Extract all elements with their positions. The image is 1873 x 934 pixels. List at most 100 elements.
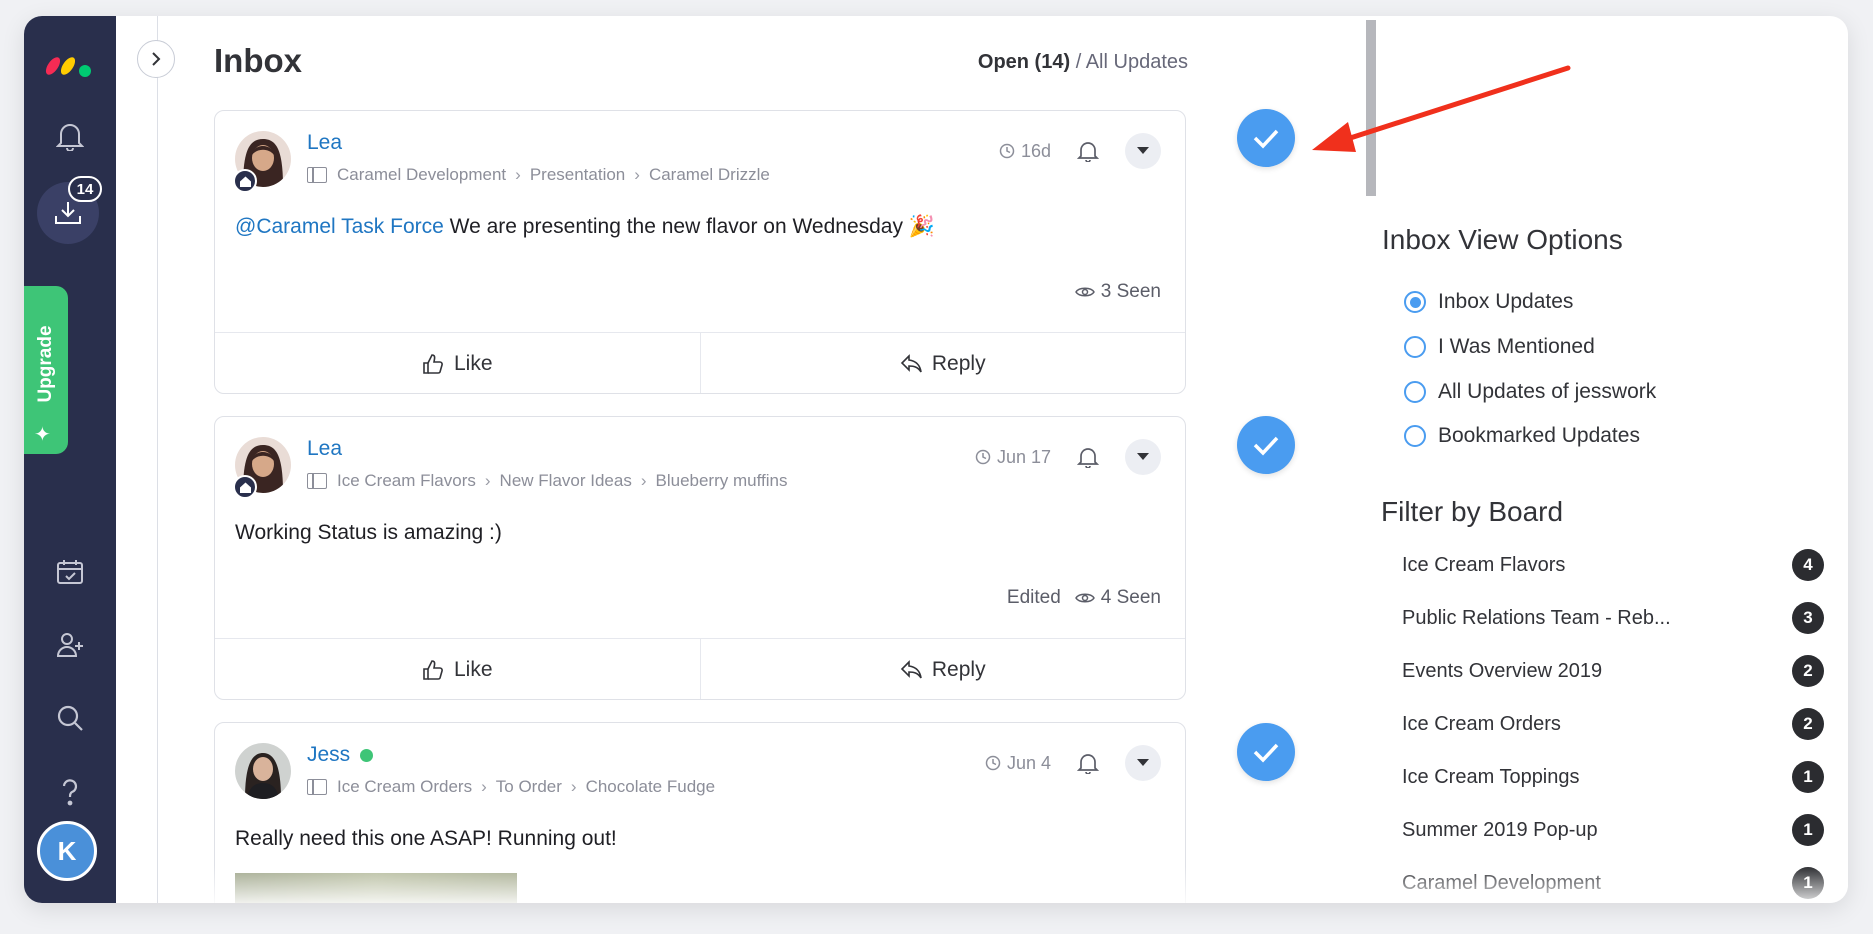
clock-icon <box>999 143 1015 159</box>
invite-members-icon[interactable] <box>46 621 94 669</box>
author-name[interactable]: Lea <box>307 437 342 461</box>
edited-label: Edited <box>1006 587 1061 608</box>
card-menu-button[interactable] <box>1125 133 1161 169</box>
search-icon[interactable] <box>46 694 94 742</box>
breadcrumb-separator-icon: › <box>484 471 491 490</box>
breadcrumb-board[interactable]: Caramel Development <box>337 165 506 185</box>
checkmark-icon <box>1253 743 1279 763</box>
seen-row: Edited 4 Seen <box>1007 587 1161 609</box>
like-button[interactable]: Like <box>215 639 700 699</box>
seen-count[interactable]: 4 Seen <box>1074 587 1161 609</box>
checkmark-icon <box>1253 436 1279 456</box>
board-filter-item[interactable]: Ice Cream Flavors 4 <box>1402 548 1824 582</box>
card-menu-button[interactable] <box>1125 745 1161 781</box>
view-option-all-updates[interactable]: All Updates of jesswork <box>1404 380 1656 404</box>
bell-icon[interactable] <box>1077 446 1099 468</box>
board-filter-item[interactable]: Summer 2019 Pop-up 1 <box>1402 813 1824 847</box>
board-count-badge: 3 <box>1792 602 1824 634</box>
update-body: Working Status is amazing :) <box>235 521 502 544</box>
breadcrumb-group[interactable]: To Order <box>496 777 562 797</box>
filter-board-title: Filter by Board <box>1381 496 1564 527</box>
sparkle-icon: ✦ <box>34 424 51 446</box>
avatar[interactable] <box>235 743 291 799</box>
update-card: Lea Caramel Development › Presentation ›… <box>214 110 1186 394</box>
breadcrumb-group[interactable]: Presentation <box>530 165 625 185</box>
online-status-icon <box>360 748 374 762</box>
view-option-inbox-updates[interactable]: Inbox Updates <box>1404 290 1573 314</box>
thumbs-up-icon <box>423 353 443 374</box>
breadcrumb-board[interactable]: Ice Cream Flavors <box>337 471 476 491</box>
radio-icon[interactable] <box>1404 425 1426 447</box>
board-filter-item[interactable]: Ice Cream Orders 2 <box>1402 707 1824 741</box>
board-count-badge: 1 <box>1792 761 1824 793</box>
monday-logo-icon[interactable] <box>44 46 96 80</box>
breadcrumb-separator-icon: › <box>481 777 487 796</box>
caret-down-icon <box>1137 147 1149 154</box>
author-name[interactable]: Jess <box>307 743 374 767</box>
breadcrumb-separator-icon: › <box>570 777 577 796</box>
mention-link[interactable]: @Caramel Task Force <box>235 215 444 238</box>
board-count-badge: 1 <box>1792 867 1824 899</box>
board-count-badge: 2 <box>1792 655 1824 687</box>
board-icon <box>307 473 327 489</box>
board-count-badge: 2 <box>1792 708 1824 740</box>
upgrade-button[interactable]: Upgrade ✦ <box>24 286 68 454</box>
breadcrumb-item[interactable]: Caramel Drizzle <box>649 165 770 185</box>
breadcrumb: Caramel Development › Presentation › Car… <box>307 165 770 185</box>
chevron-right-icon <box>152 52 161 66</box>
breadcrumb-separator-icon: › <box>634 165 640 184</box>
checkmark-icon <box>1253 129 1279 149</box>
board-filter-item[interactable]: Events Overview 2019 2 <box>1402 654 1824 688</box>
notifications-bell-icon[interactable] <box>46 112 94 160</box>
bell-icon[interactable] <box>1077 752 1099 774</box>
card-meta: Jun 4 <box>985 745 1161 781</box>
reply-button[interactable]: Reply <box>699 639 1186 699</box>
author-name[interactable]: Lea <box>307 131 342 155</box>
breadcrumb-board[interactable]: Ice Cream Orders <box>337 777 472 797</box>
tab-all-updates[interactable]: All Updates <box>1086 51 1188 73</box>
mark-read-button[interactable] <box>1237 723 1295 781</box>
breadcrumb: Ice Cream Flavors › New Flavor Ideas › B… <box>307 471 787 491</box>
update-body: @Caramel Task Force We are presenting th… <box>235 215 935 238</box>
tab-open[interactable]: Open (14) <box>978 51 1070 73</box>
seen-count[interactable]: 3 Seen <box>1074 281 1161 303</box>
breadcrumb-item[interactable]: Chocolate Fudge <box>586 777 715 797</box>
reply-button[interactable]: Reply <box>699 333 1186 393</box>
upgrade-label: Upgrade <box>35 325 56 403</box>
card-menu-button[interactable] <box>1125 439 1161 475</box>
inbox-filter-tabs: Open (14) / All Updates <box>978 51 1188 74</box>
timestamp: Jun 17 <box>975 447 1051 468</box>
caret-down-icon <box>1137 453 1149 460</box>
eye-icon <box>1074 593 1095 603</box>
board-filter-item[interactable]: Caramel Development 1 <box>1402 866 1824 900</box>
radio-selected-icon[interactable] <box>1404 291 1426 313</box>
my-work-calendar-icon[interactable] <box>46 548 94 596</box>
breadcrumb: Ice Cream Orders › To Order › Chocolate … <box>307 777 715 797</box>
help-icon[interactable] <box>46 768 94 816</box>
card-meta: Jun 17 <box>975 439 1161 475</box>
reply-arrow-icon <box>900 353 922 372</box>
attachment-image[interactable] <box>235 873 517 903</box>
card-actions: Like Reply <box>215 638 1186 699</box>
radio-icon[interactable] <box>1404 381 1426 403</box>
like-button[interactable]: Like <box>215 333 700 393</box>
view-option-mentioned[interactable]: I Was Mentioned <box>1404 335 1595 359</box>
view-option-bookmarked[interactable]: Bookmarked Updates <box>1404 424 1640 448</box>
board-filter-item[interactable]: Public Relations Team - Reb... 3 <box>1402 601 1824 635</box>
update-body: Really need this one ASAP! Running out! <box>235 827 617 850</box>
tab-divider: / <box>1070 51 1086 73</box>
radio-icon[interactable] <box>1404 336 1426 358</box>
bell-icon[interactable] <box>1077 140 1099 162</box>
timestamp: Jun 4 <box>985 753 1051 774</box>
expand-panel-button[interactable] <box>137 40 175 78</box>
user-avatar[interactable]: K <box>37 821 97 881</box>
card-actions: Like Reply <box>215 332 1186 393</box>
breadcrumb-group[interactable]: New Flavor Ideas <box>500 471 632 491</box>
mark-read-button[interactable] <box>1237 109 1295 167</box>
seen-row: 3 Seen <box>1074 281 1161 303</box>
board-filter-item[interactable]: Ice Cream Toppings 1 <box>1402 760 1824 794</box>
home-icon <box>233 169 257 193</box>
mark-read-button[interactable] <box>1237 416 1295 474</box>
breadcrumb-separator-icon: › <box>515 165 521 184</box>
breadcrumb-item[interactable]: Blueberry muffins <box>656 471 788 491</box>
